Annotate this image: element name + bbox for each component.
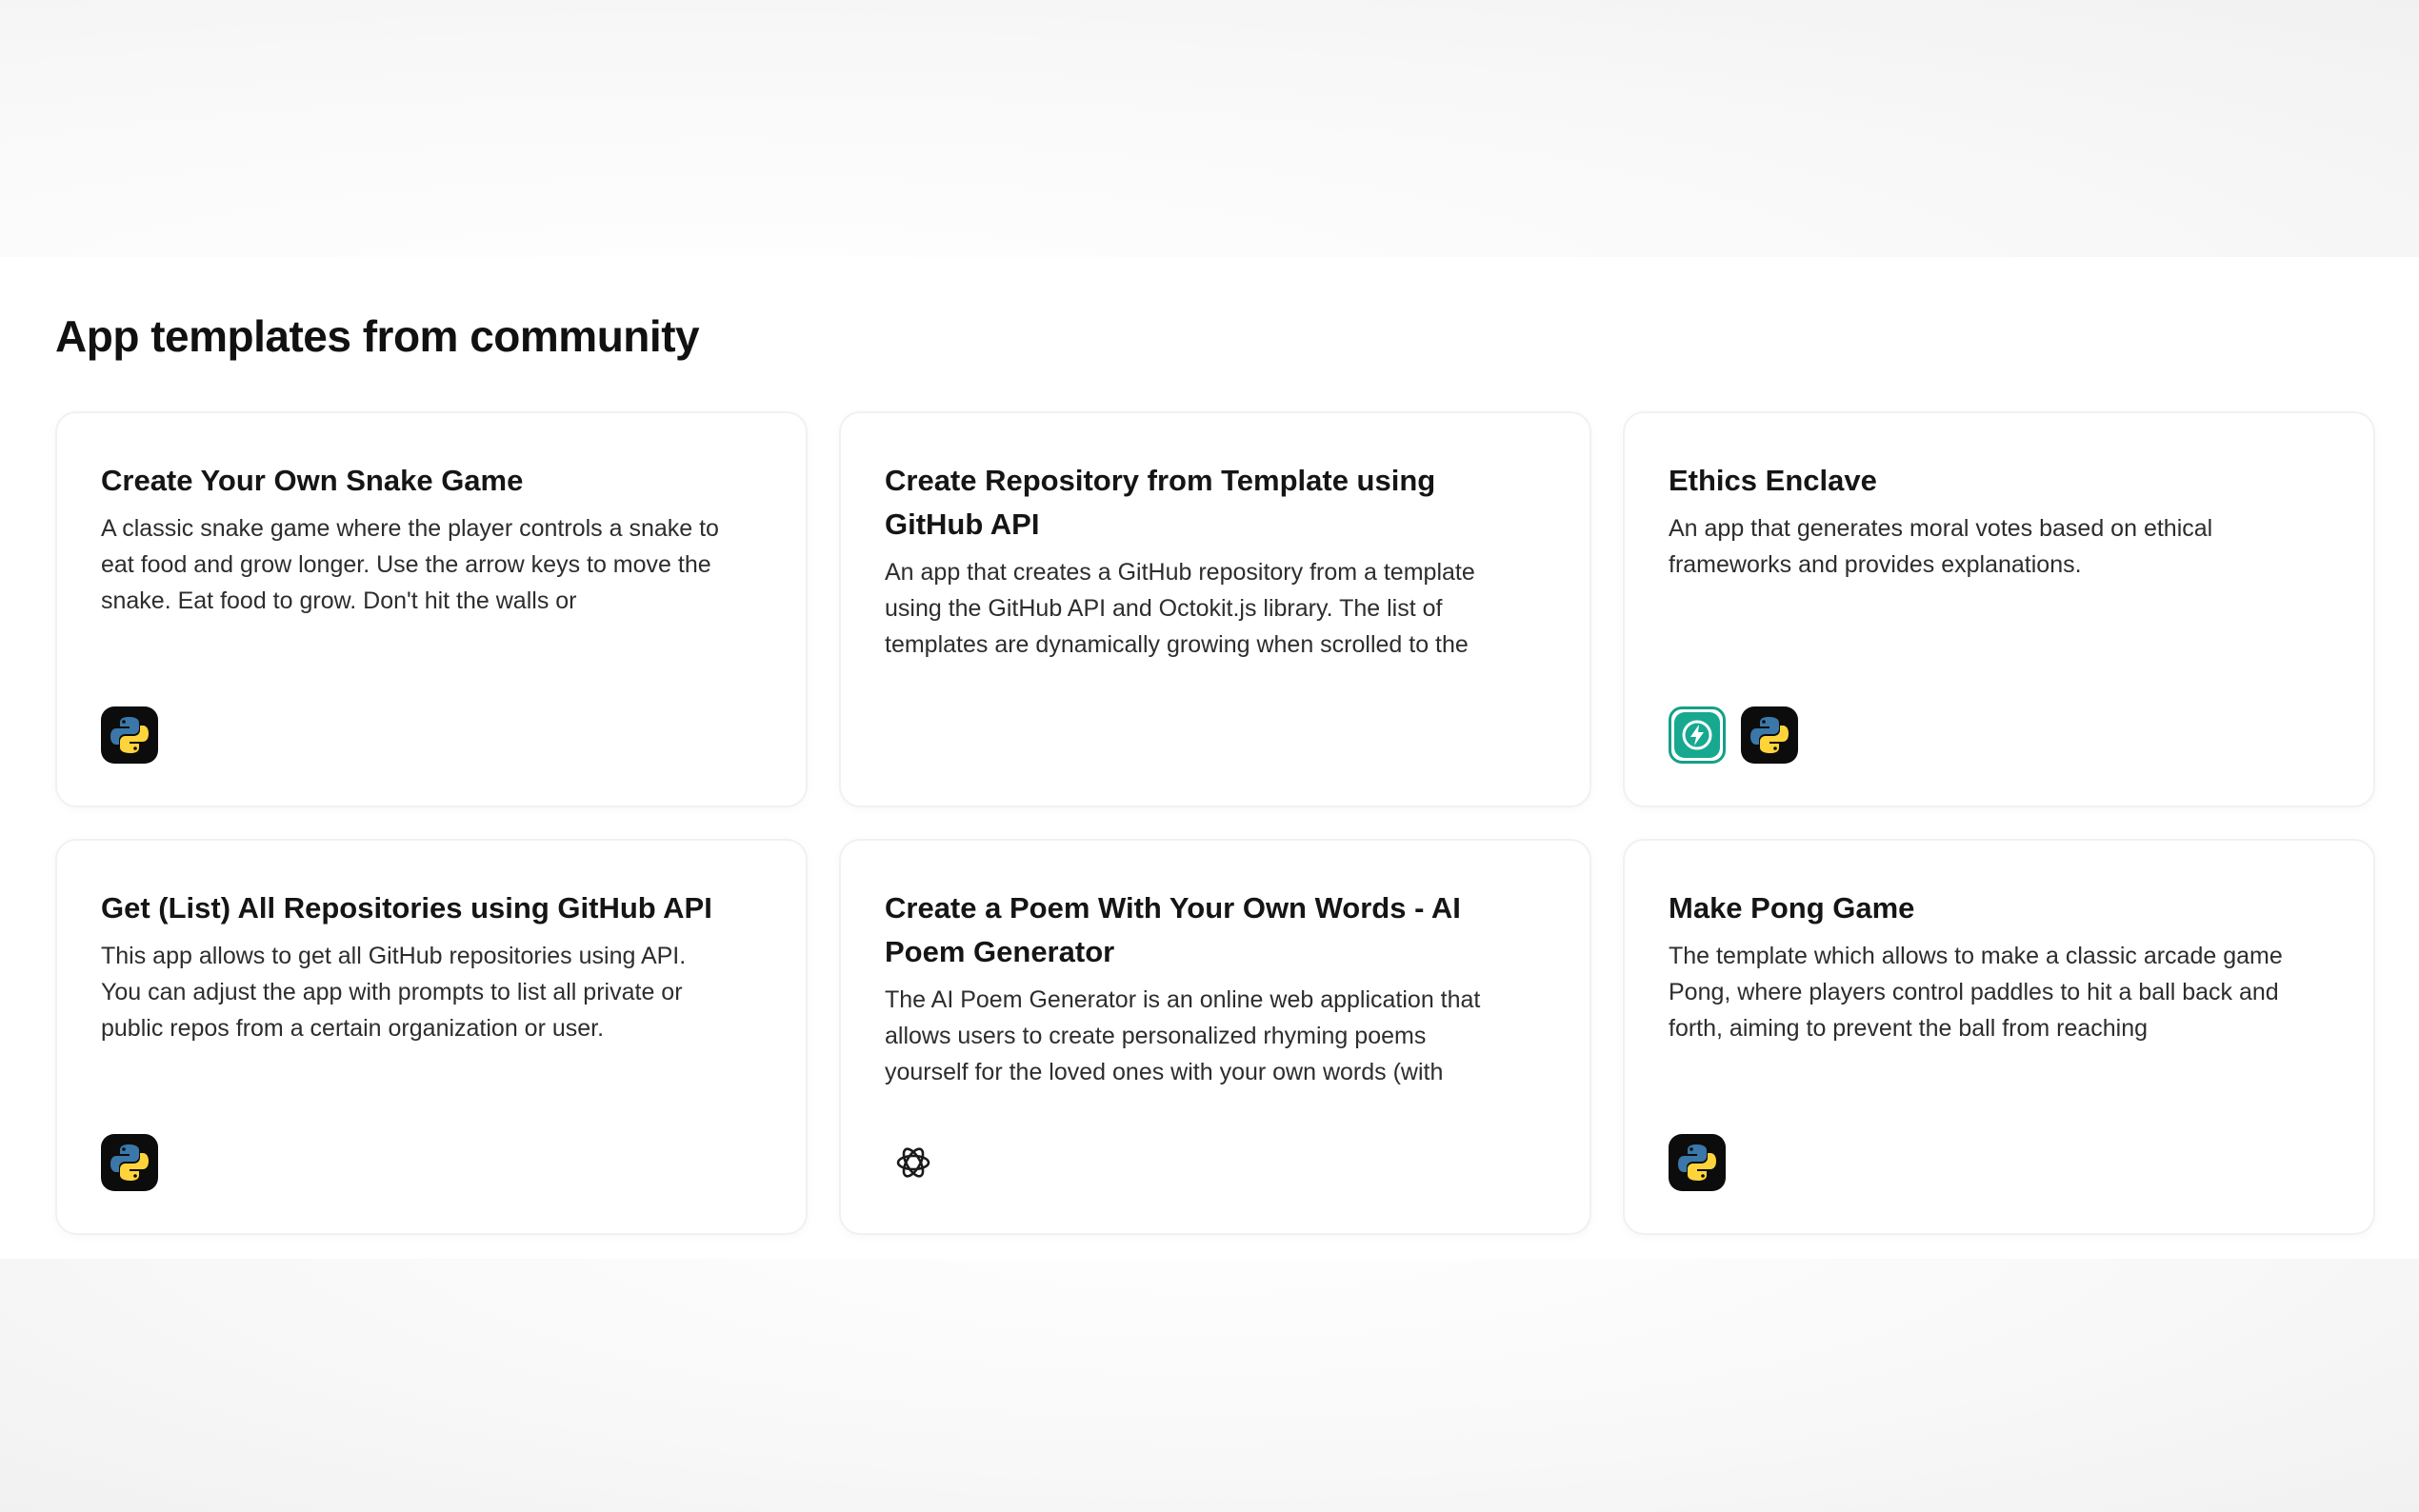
page: App templates from community Create Your… bbox=[0, 0, 2419, 1512]
card-title: Get (List) All Repositories using GitHub… bbox=[101, 891, 712, 925]
card-title: Create a Poem With Your Own Words - AI P… bbox=[885, 891, 1461, 968]
template-card-ethics-enclave[interactable]: Ethics Enclave An app that generates mor… bbox=[1623, 411, 2375, 807]
top-backdrop bbox=[0, 0, 2419, 257]
community-templates-section: App templates from community Create Your… bbox=[0, 257, 2419, 1259]
card-icons bbox=[1669, 1134, 1726, 1191]
template-card-pong-game[interactable]: Make Pong Game The template which allows… bbox=[1623, 839, 2375, 1235]
openai-icon bbox=[885, 1134, 942, 1191]
card-title: Make Pong Game bbox=[1669, 891, 1915, 925]
python-icon bbox=[1669, 1134, 1726, 1191]
card-icons bbox=[1669, 706, 1798, 764]
template-card-ai-poem-generator[interactable]: Create a Poem With Your Own Words - AI P… bbox=[839, 839, 1591, 1235]
card-description: The AI Poem Generator is an online web a… bbox=[885, 986, 1481, 1085]
template-card-snake-game[interactable]: Create Your Own Snake Game A classic sna… bbox=[55, 411, 808, 807]
python-icon bbox=[1741, 706, 1798, 764]
template-card-github-repo-template[interactable]: Create Repository from Template using Gi… bbox=[839, 411, 1591, 807]
template-grid: Create Your Own Snake Game A classic sna… bbox=[55, 411, 2375, 1235]
card-description: This app allows to get all GitHub reposi… bbox=[101, 943, 687, 1042]
card-description: The template which allows to make a clas… bbox=[1669, 943, 2283, 1042]
card-title: Create Your Own Snake Game bbox=[101, 464, 524, 497]
card-icons bbox=[101, 706, 158, 764]
card-description: An app that creates a GitHub repository … bbox=[885, 559, 1475, 658]
card-icons bbox=[885, 1134, 942, 1191]
bottom-backdrop bbox=[0, 1259, 2419, 1512]
card-description: An app that generates moral votes based … bbox=[1669, 515, 2213, 578]
section-title: App templates from community bbox=[55, 311, 700, 361]
python-icon bbox=[101, 706, 158, 764]
python-icon bbox=[101, 1134, 158, 1191]
template-card-list-repositories[interactable]: Get (List) All Repositories using GitHub… bbox=[55, 839, 808, 1235]
bolt-icon bbox=[1669, 706, 1726, 764]
card-description: A classic snake game where the player co… bbox=[101, 515, 719, 614]
card-icons bbox=[101, 1134, 158, 1191]
card-title: Create Repository from Template using Gi… bbox=[885, 464, 1436, 541]
card-title: Ethics Enclave bbox=[1669, 464, 1877, 497]
